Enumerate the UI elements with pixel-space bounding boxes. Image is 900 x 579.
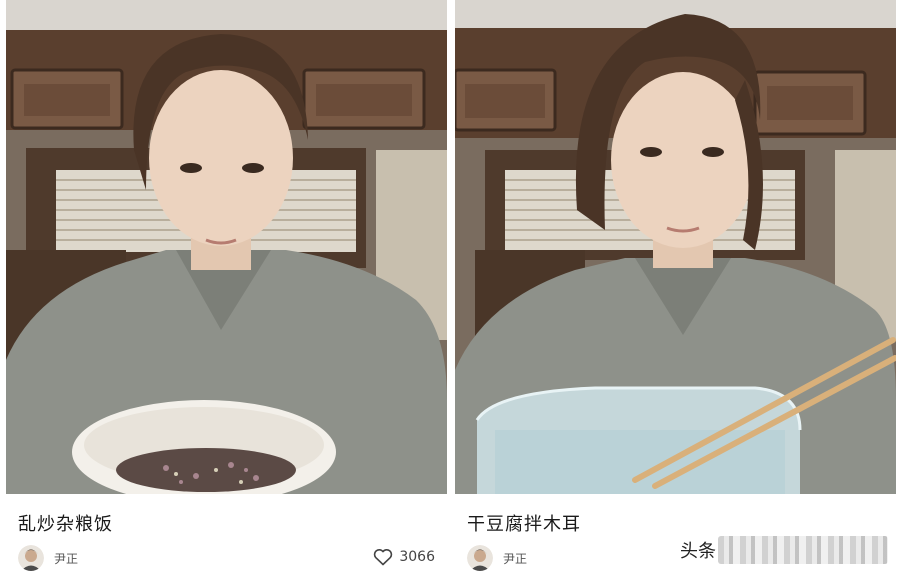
author-name[interactable]: 尹正 [503,550,527,567]
like-button[interactable]: 3066 [373,548,435,566]
watermark-text: 头条 [680,541,716,562]
photo-image [6,0,447,494]
post-title[interactable]: 干豆腐拌木耳 [467,510,581,536]
post-card-left[interactable]: 乱炒杂粮饭 尹正 3066 [6,0,447,579]
watermark: 头条 [680,536,888,564]
author-row[interactable]: 尹正 [18,545,78,571]
author-avatar-icon[interactable] [18,545,44,571]
post-card-right[interactable]: 干豆腐拌木耳 尹正 头条 [455,0,896,579]
author-row[interactable]: 尹正 [467,545,527,571]
post-photo[interactable] [6,0,447,494]
author-avatar-icon[interactable] [467,545,493,571]
like-count: 3066 [399,549,435,565]
watermark-blurred-suffix [718,536,888,564]
photo-image [455,0,896,494]
post-photo[interactable] [455,0,896,494]
author-name[interactable]: 尹正 [54,550,78,567]
heart-icon [373,548,393,566]
post-title[interactable]: 乱炒杂粮饭 [18,510,113,536]
